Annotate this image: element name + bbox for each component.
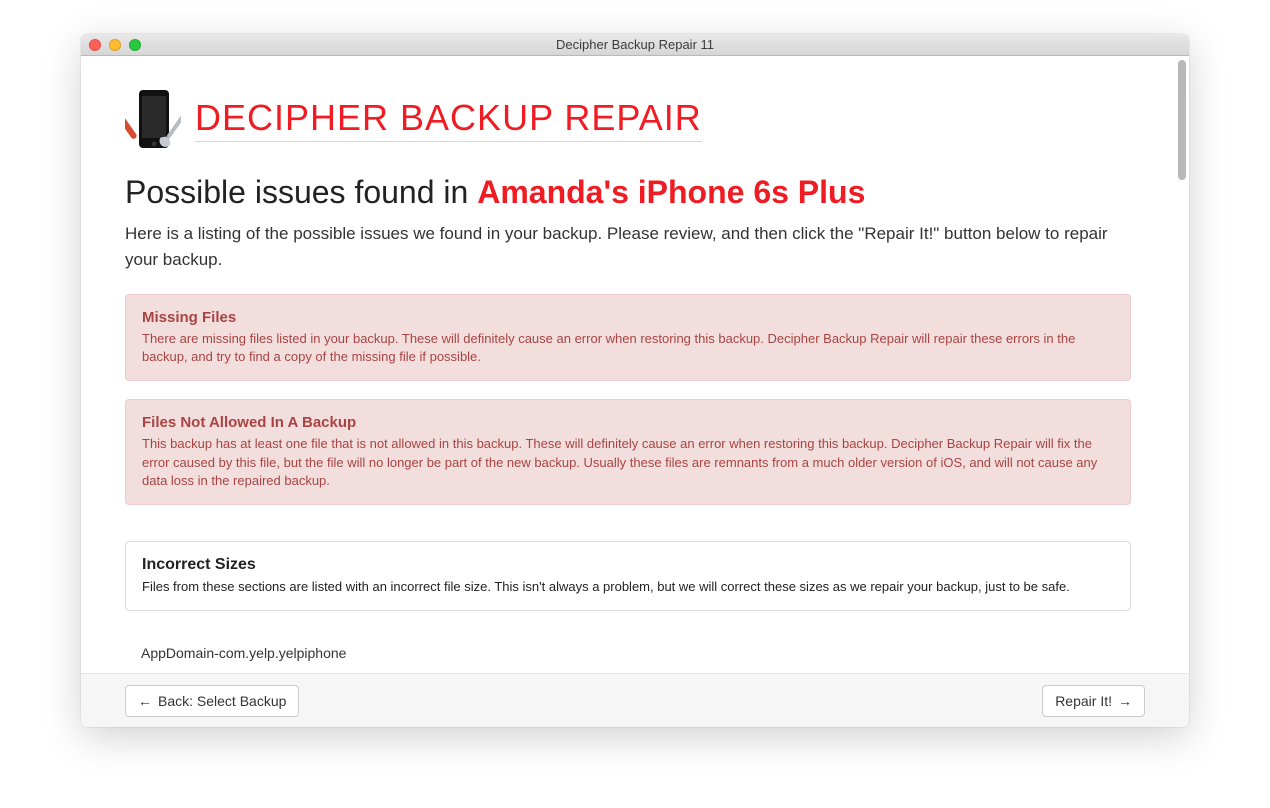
content-wrap: DECIPHER BACKUP REPAIR Possible issues f…	[81, 56, 1189, 673]
heading-prefix: Possible issues found in	[125, 174, 477, 210]
issue-incorrect-sizes: Incorrect Sizes Files from these section…	[125, 541, 1131, 611]
issue-body: This backup has at least one file that i…	[142, 435, 1114, 490]
close-window-button[interactable]	[89, 39, 101, 51]
app-window: Decipher Backup Repair 11	[81, 34, 1189, 727]
issue-title: Files Not Allowed In A Backup	[142, 414, 1114, 431]
repair-button[interactable]: Repair It!	[1042, 685, 1145, 717]
issue-title: Incorrect Sizes	[142, 556, 1114, 574]
scrollbar[interactable]	[1175, 56, 1189, 673]
intro-text: Here is a listing of the possible issues…	[125, 221, 1131, 272]
issue-body: There are missing files listed in your b…	[142, 330, 1114, 366]
minimize-window-button[interactable]	[109, 39, 121, 51]
scrollbar-thumb[interactable]	[1178, 60, 1186, 180]
issue-title: Missing Files	[142, 309, 1114, 326]
brand-header: DECIPHER BACKUP REPAIR	[125, 86, 1131, 152]
issue-missing-files: Missing Files There are missing files li…	[125, 294, 1131, 381]
page-heading: Possible issues found in Amanda's iPhone…	[125, 174, 1131, 211]
traffic-lights	[89, 39, 141, 51]
arrow-right-icon	[1118, 693, 1132, 709]
footer-bar: Back: Select Backup Repair It!	[81, 673, 1189, 727]
repair-button-label: Repair It!	[1055, 693, 1112, 709]
content-area: DECIPHER BACKUP REPAIR Possible issues f…	[81, 56, 1175, 673]
brand-icon	[125, 86, 181, 152]
back-button[interactable]: Back: Select Backup	[125, 685, 299, 717]
back-button-label: Back: Select Backup	[158, 693, 286, 709]
window-title: Decipher Backup Repair 11	[556, 37, 714, 52]
arrow-left-icon	[138, 693, 152, 709]
issue-body: Files from these sections are listed wit…	[142, 578, 1114, 596]
brand-title: DECIPHER BACKUP REPAIR	[195, 97, 702, 142]
window-titlebar: Decipher Backup Repair 11	[81, 34, 1189, 56]
list-item: AppDomain-com.yelp.yelpiphone	[125, 645, 1131, 661]
issue-files-not-allowed: Files Not Allowed In A Backup This backu…	[125, 399, 1131, 505]
device-name: Amanda's iPhone 6s Plus	[477, 174, 865, 210]
zoom-window-button[interactable]	[129, 39, 141, 51]
